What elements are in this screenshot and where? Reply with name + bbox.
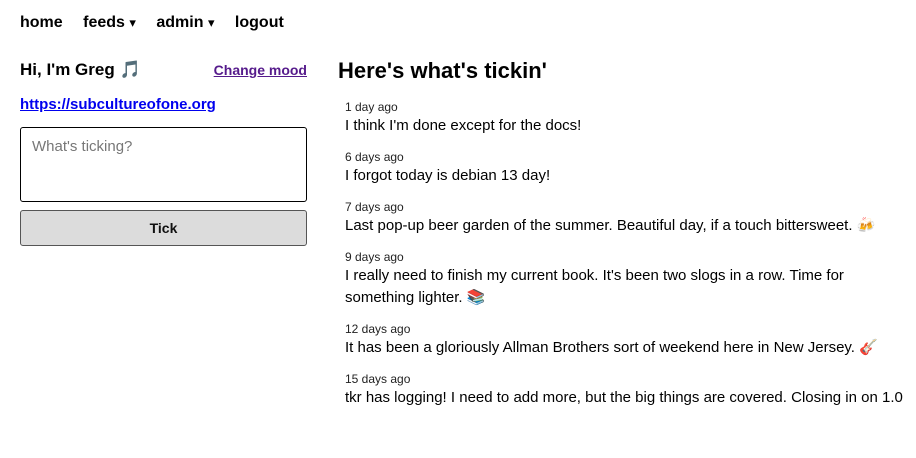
top-nav: home feeds ▾ admin ▾ logout <box>20 14 300 32</box>
tick-text: tkr has logging! I need to add more, but… <box>345 389 903 406</box>
tick-text: It has been a gloriously Allman Brothers… <box>345 339 878 356</box>
tick-text: I think I'm done except for the docs! <box>345 117 582 134</box>
homepage-link[interactable]: https://subcultureofone.org <box>20 96 307 113</box>
tick-list: 1 day ago I think I'm done except for th… <box>338 100 908 409</box>
tick-time: 6 days ago <box>345 150 404 164</box>
tick-button[interactable]: Tick <box>20 210 307 246</box>
nav-logout-link[interactable]: logout <box>235 14 284 31</box>
tick-text: I forgot today is debian 13 day! <box>345 167 551 184</box>
feed-title: Here's what's tickin' <box>338 58 547 83</box>
tick-input[interactable] <box>20 127 307 202</box>
feed-panel: Here's what's tickin' 1 day ago I think … <box>338 58 908 422</box>
greeting-text: Hi, I'm Greg 🎵 <box>20 60 141 79</box>
tick-item: 12 days ago It has been a gloriously All… <box>345 322 908 359</box>
tick-time: 15 days ago <box>345 372 411 386</box>
tick-item: 9 days ago I really need to finish my cu… <box>345 250 908 309</box>
tick-text: I really need to finish my current book.… <box>345 267 844 306</box>
greeting-row: Hi, I'm Greg 🎵 Change mood <box>20 60 307 80</box>
nav-feeds-label: feeds <box>83 14 125 31</box>
tick-item: 6 days ago I forgot today is debian 13 d… <box>345 150 908 187</box>
tick-item: 7 days ago Last pop-up beer garden of th… <box>345 200 908 237</box>
nav-feeds-menu[interactable]: feeds ▾ <box>83 14 136 31</box>
tick-time: 1 day ago <box>345 100 398 114</box>
profile-panel: Hi, I'm Greg 🎵 Change mood https://subcu… <box>20 60 307 246</box>
tick-time: 9 days ago <box>345 250 404 264</box>
change-mood-link[interactable]: Change mood <box>214 62 307 78</box>
tick-time: 12 days ago <box>345 322 411 336</box>
tick-text: Last pop-up beer garden of the summer. B… <box>345 217 876 234</box>
chevron-down-icon: ▾ <box>129 15 136 30</box>
tick-item: 1 day ago I think I'm done except for th… <box>345 100 908 137</box>
tick-item: 15 days ago tkr has logging! I need to a… <box>345 372 908 409</box>
nav-home-link[interactable]: home <box>20 14 63 31</box>
nav-admin-label: admin <box>156 14 204 31</box>
nav-admin-menu[interactable]: admin ▾ <box>156 14 214 31</box>
tick-time: 7 days ago <box>345 200 404 214</box>
chevron-down-icon: ▾ <box>207 15 215 30</box>
